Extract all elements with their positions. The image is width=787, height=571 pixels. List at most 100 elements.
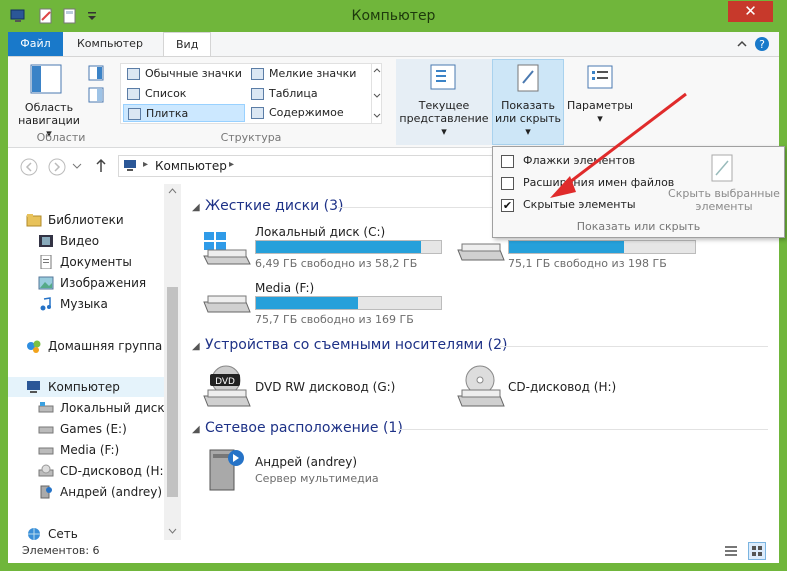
nav-music[interactable]: Музыка: [38, 294, 164, 314]
breadcrumb-dropdown-icon[interactable]: ▸: [229, 159, 234, 170]
layout-medium-icons[interactable]: Обычные значки: [123, 65, 245, 83]
close-button[interactable]: ✕: [728, 1, 773, 22]
navigation-pane-label-2: навигации: [18, 114, 80, 127]
drive-f-icon[interactable]: [202, 288, 252, 325]
nav-cd[interactable]: CD-дисковод (H:): [38, 461, 164, 481]
section-removable[interactable]: Устройства со съемными носителями (2): [205, 337, 507, 353]
drive-f-name[interactable]: Media (F:): [255, 281, 314, 295]
nav-video[interactable]: Видео: [38, 231, 164, 251]
details-view-icon[interactable]: [724, 544, 738, 561]
nav-games-label: Games (E:): [60, 422, 127, 436]
games-drive-icon: [38, 422, 54, 436]
navigation-pane-label-1: Область: [24, 101, 74, 114]
media-server-icon: [38, 485, 54, 499]
forward-icon[interactable]: [48, 158, 66, 179]
dvd-badge: DVD: [215, 377, 235, 387]
collapse-removable-icon[interactable]: ◢: [192, 341, 200, 352]
drive-c-free: 6,49 ГБ свободно из 58,2 ГБ: [255, 257, 418, 270]
current-view-icon[interactable]: [428, 63, 458, 96]
help-icon[interactable]: ?: [754, 36, 770, 55]
address-path[interactable]: Компьютер: [155, 159, 227, 173]
current-view-label-2: представление: [399, 112, 489, 125]
medium-icons-icon: [127, 68, 140, 80]
section-hard-drives[interactable]: Жесткие диски (3): [205, 198, 343, 214]
media-drive-icon: [38, 443, 54, 457]
nav-scrollbar[interactable]: [164, 184, 181, 540]
navigation-pane-icon[interactable]: [30, 63, 62, 100]
section-network[interactable]: Сетевое расположение (1): [205, 420, 403, 436]
homegroup-icon: [26, 339, 42, 353]
tab-view[interactable]: Вид: [163, 32, 212, 57]
tab-computer[interactable]: Компьютер: [65, 32, 155, 56]
current-view-button[interactable]: Текущее представление ▾: [396, 99, 492, 138]
nav-libraries[interactable]: Библиотеки: [26, 210, 164, 230]
details-pane-icon[interactable]: [88, 87, 104, 106]
list-icon: [127, 88, 140, 100]
documents-icon: [38, 254, 54, 270]
group-areas-label: Области: [36, 131, 86, 144]
dvd-drive-name[interactable]: DVD RW дисковод (G:): [255, 380, 395, 394]
layout-content[interactable]: Содержимое: [247, 104, 369, 122]
navigation-pane: Библиотеки Видео Документы Изображения М…: [8, 184, 183, 541]
hide-selected-icon[interactable]: [708, 153, 736, 186]
layout-list[interactable]: Список: [123, 85, 245, 103]
address-input[interactable]: ▸ Компьютер ▸: [118, 155, 498, 177]
nav-local-disk[interactable]: Локальный диск (C: [38, 398, 164, 418]
current-view-label-1: Текущее: [418, 99, 470, 112]
layout-list-label: Список: [145, 87, 187, 100]
preview-pane-icon[interactable]: [88, 65, 104, 84]
video-icon: [38, 234, 54, 248]
nav-computer-label: Компьютер: [48, 380, 120, 394]
tiles-view-icon[interactable]: [748, 542, 766, 560]
item-checkboxes-checkbox[interactable]: [501, 155, 514, 168]
nav-documents[interactable]: Документы: [38, 252, 164, 272]
recent-dropdown-icon[interactable]: [72, 160, 82, 174]
collapse-network-icon[interactable]: ◢: [192, 424, 200, 435]
layout-tiles[interactable]: Плитка: [123, 104, 245, 122]
ribbon-tabs: Файл Компьютер Вид ?: [8, 32, 779, 57]
nav-network-label: Сеть: [48, 527, 78, 541]
small-icons-icon: [251, 68, 264, 80]
drive-c-usage-fill: [256, 241, 421, 253]
layout-table[interactable]: Таблица: [247, 85, 369, 103]
layout-gallery: Обычные значки Мелкие значки Список Табл…: [120, 63, 382, 124]
layout-tiles-label: Плитка: [146, 107, 189, 120]
nav-computer-icon: [26, 380, 42, 394]
nav-media[interactable]: Media (F:): [38, 440, 164, 460]
local-disk-icon: [38, 401, 54, 415]
layout-small-icons-label: Мелкие значки: [269, 67, 357, 80]
hide-selected-label-2: элементы: [695, 200, 753, 213]
nav-homegroup[interactable]: Домашняя группа: [26, 336, 164, 356]
cd-drive-large-icon[interactable]: [456, 364, 506, 415]
up-arrow-icon[interactable]: [94, 158, 108, 177]
nav-computer[interactable]: Компьютер: [8, 377, 164, 397]
media-server-name[interactable]: Андрей (andrey): [255, 455, 357, 469]
drive-c-name[interactable]: Локальный диск (C:): [255, 225, 385, 239]
layout-small-icons[interactable]: Мелкие значки: [247, 65, 369, 83]
nav-andrey-label: Андрей (andrey): [60, 485, 163, 499]
nav-media-label: Media (F:): [60, 443, 120, 457]
file-extensions-checkbox[interactable]: [501, 177, 514, 190]
content-icon: [251, 107, 264, 119]
drive-e-icon[interactable]: [456, 238, 506, 271]
annotation-arrow: [550, 92, 687, 198]
nav-cd-label: CD-дисковод (H:): [60, 464, 164, 478]
ribbon-collapse-icon[interactable]: [735, 37, 749, 54]
hidden-items-checkbox[interactable]: ✔: [501, 199, 514, 212]
collapse-hard-drives-icon[interactable]: ◢: [192, 202, 200, 213]
window-title: Компьютер: [351, 8, 436, 24]
nav-games[interactable]: Games (E:): [38, 419, 164, 439]
drive-f-usage-fill: [256, 297, 358, 309]
nav-music-label: Музыка: [60, 297, 108, 311]
layout-content-label: Содержимое: [269, 106, 344, 119]
nav-images[interactable]: Изображения: [38, 273, 164, 293]
nav-andrey[interactable]: Андрей (andrey): [38, 482, 164, 502]
drive-c-icon[interactable]: [202, 226, 252, 271]
layout-gallery-scroll[interactable]: [371, 64, 381, 123]
cd-drive-name[interactable]: CD-дисковод (H:): [508, 380, 616, 394]
libraries-icon: [26, 213, 42, 227]
dvd-drive-icon[interactable]: DVD: [202, 364, 252, 415]
tab-file[interactable]: Файл: [8, 32, 63, 56]
back-icon[interactable]: [20, 158, 38, 179]
media-server-large-icon[interactable]: [206, 446, 248, 497]
